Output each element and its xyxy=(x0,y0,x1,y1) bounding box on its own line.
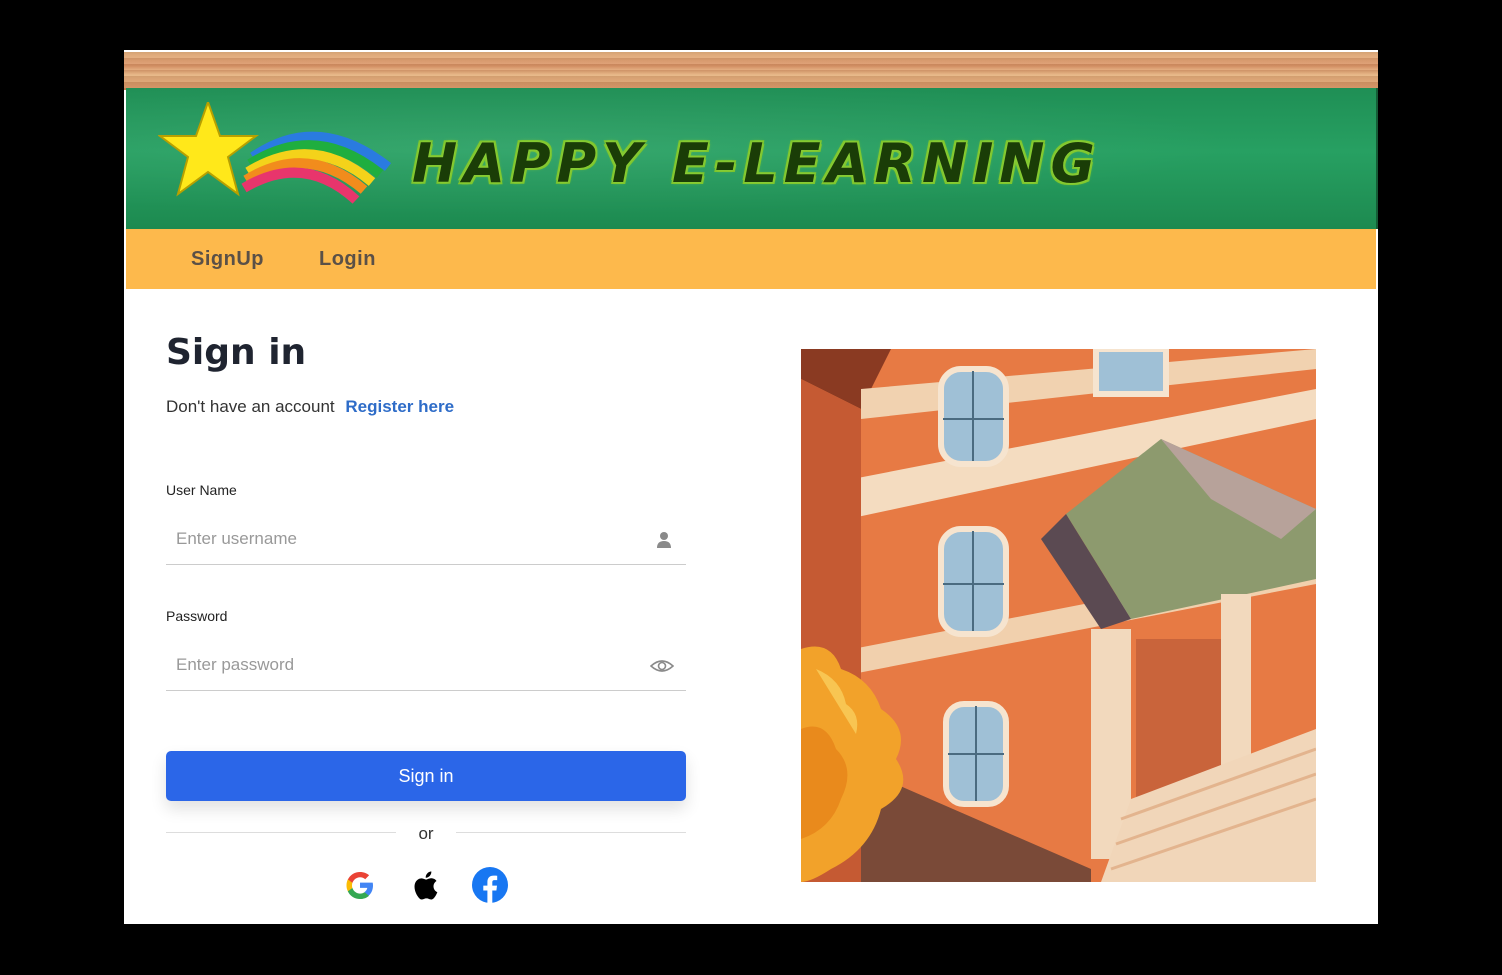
sign-in-button[interactable]: Sign in xyxy=(166,751,686,801)
top-nav: SignUp Login xyxy=(126,229,1376,289)
google-icon[interactable] xyxy=(340,865,380,905)
register-prompt: Don't have an account Register here xyxy=(166,397,454,417)
password-field-wrapper xyxy=(166,642,686,691)
password-label: Password xyxy=(166,608,228,624)
brand-title: HAPPY E-LEARNING xyxy=(412,132,1101,195)
password-input[interactable] xyxy=(166,642,656,688)
nav-signup[interactable]: SignUp xyxy=(191,248,264,271)
page-title: Sign in xyxy=(166,332,307,373)
school-building-image xyxy=(801,349,1316,882)
header-banner: HAPPY E-LEARNING xyxy=(126,88,1378,229)
username-field-wrapper xyxy=(166,516,686,565)
divider-or-text: or xyxy=(396,824,456,844)
nav-login[interactable]: Login xyxy=(319,248,376,271)
apple-icon[interactable] xyxy=(406,865,446,905)
user-icon xyxy=(657,532,671,548)
register-link[interactable]: Register here xyxy=(345,397,454,416)
facebook-icon[interactable] xyxy=(470,865,510,905)
username-label: User Name xyxy=(166,482,237,498)
shooting-star-logo xyxy=(158,102,392,204)
eye-icon[interactable] xyxy=(650,656,674,676)
app-window: HAPPY E-LEARNING SignUp Login Sign in Do… xyxy=(124,50,1378,924)
no-account-text: Don't have an account xyxy=(166,397,335,416)
school-building-illustration xyxy=(801,349,1316,882)
username-input[interactable] xyxy=(166,516,656,562)
wood-strip xyxy=(124,50,1378,90)
